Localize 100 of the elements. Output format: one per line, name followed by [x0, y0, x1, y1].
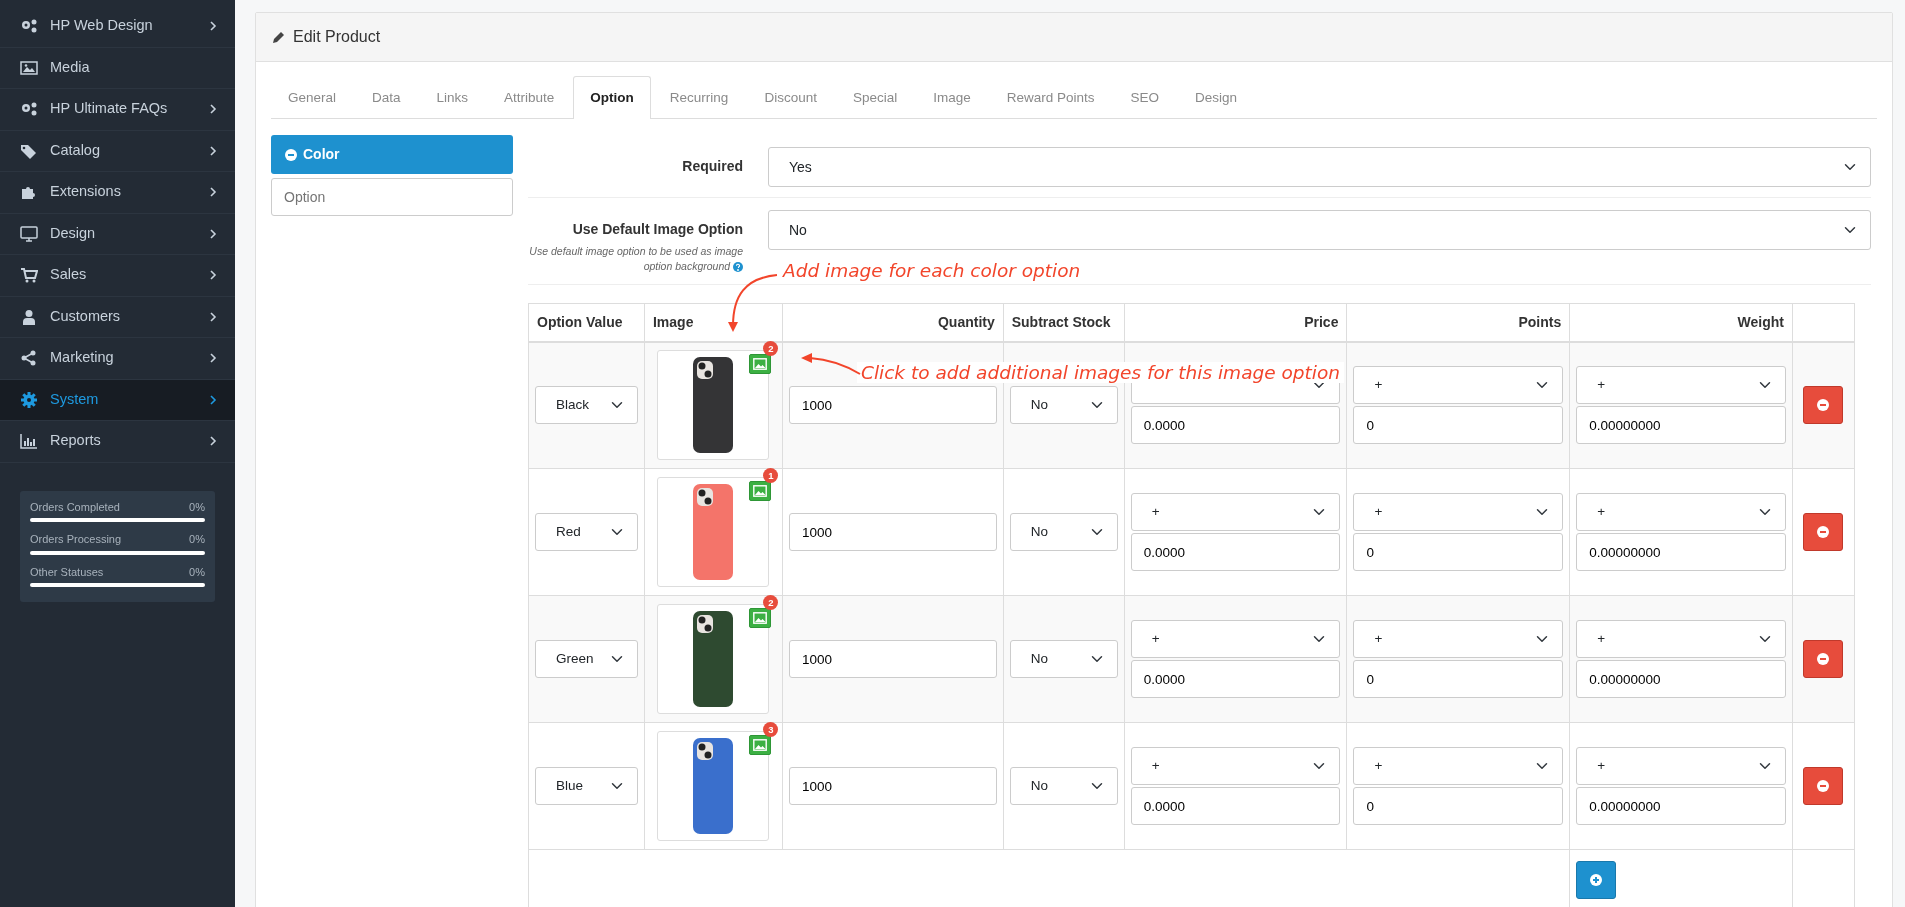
points-prefix-select[interactable]: + — [1353, 493, 1564, 532]
quantity-field[interactable]: 1000 — [788, 513, 997, 552]
remove-button[interactable] — [1803, 767, 1844, 806]
sidebar-item[interactable]: Marketing — [0, 338, 235, 380]
weight-field[interactable]: 0.00000000 — [1576, 406, 1786, 445]
minus-circle-icon — [1817, 399, 1830, 412]
stat-label: Other Statuses — [30, 564, 104, 580]
image-icon — [753, 358, 768, 371]
add-images-button[interactable] — [749, 481, 772, 502]
image-icon — [753, 485, 768, 498]
add-images-button[interactable] — [749, 354, 772, 375]
callout-tooltip: Click to add additional images for this image option — [857, 362, 1344, 384]
weight-field[interactable]: 0.00000000 — [1576, 787, 1786, 826]
quantity-field[interactable]: 1000 — [788, 767, 997, 806]
sidebar-item[interactable]: Reports — [0, 421, 235, 463]
price-field[interactable]: 0.0000 — [1130, 533, 1341, 572]
image-thumbnail[interactable] — [657, 477, 770, 588]
sidebar-item[interactable]: Media — [0, 47, 235, 89]
stat-value: 0% — [189, 564, 205, 580]
pencil-icon — [272, 30, 285, 44]
option-value-select[interactable]: Red — [535, 513, 638, 552]
tab[interactable]: Attribute — [487, 76, 572, 120]
points-field[interactable]: 0 — [1353, 787, 1564, 826]
quantity-field[interactable]: 1000 — [788, 386, 997, 425]
help-icon — [733, 262, 743, 273]
sidebar-item[interactable]: Design — [0, 213, 235, 255]
sidebar-item[interactable]: System — [0, 379, 235, 421]
tab[interactable]: SEO — [1113, 76, 1177, 120]
cart-icon — [20, 267, 38, 284]
tab[interactable]: Data — [355, 76, 418, 120]
column-header: Weight — [1569, 303, 1793, 342]
tab[interactable]: Design — [1178, 76, 1255, 120]
stat-value: 0% — [189, 532, 205, 547]
field-label: Use Default Image Option — [572, 221, 743, 238]
column-header: Subtract Stock — [1003, 303, 1125, 342]
remove-button[interactable] — [1803, 386, 1844, 425]
tags-icon — [20, 142, 38, 159]
price-prefix-select[interactable]: + — [1130, 747, 1341, 786]
weight-prefix-select[interactable]: + — [1576, 620, 1786, 659]
stat-label: Orders Completed — [30, 499, 120, 515]
points-field[interactable]: 0 — [1353, 533, 1564, 572]
annotation-arrow — [801, 353, 861, 375]
price-field[interactable]: 0.0000 — [1130, 660, 1341, 699]
weight-prefix-select[interactable]: + — [1576, 493, 1786, 532]
price-field[interactable]: 0.0000 — [1130, 787, 1341, 826]
points-field[interactable]: 0 — [1353, 660, 1564, 699]
user-icon — [20, 308, 38, 325]
remove-button[interactable] — [1803, 640, 1844, 679]
tab[interactable]: Links — [419, 76, 486, 120]
tab[interactable]: Reward Points — [989, 76, 1112, 120]
option-item[interactable]: Color — [271, 135, 513, 175]
subtract-stock-select[interactable]: No — [1009, 640, 1118, 679]
sidebar-item[interactable]: HP Web Design — [0, 6, 235, 48]
weight-prefix-select[interactable]: + — [1576, 747, 1786, 786]
quantity-field[interactable]: 1000 — [788, 640, 997, 679]
weight-field[interactable]: 0.00000000 — [1576, 533, 1786, 572]
column-header: Quantity — [782, 303, 1004, 342]
image-thumbnail[interactable] — [657, 604, 770, 715]
minus-circle-icon — [1817, 653, 1830, 666]
add-row-button[interactable] — [1576, 860, 1617, 899]
points-prefix-select[interactable]: + — [1353, 366, 1564, 405]
price-field[interactable]: 0.0000 — [1130, 406, 1341, 445]
sidebar-item[interactable]: Customers — [0, 296, 235, 338]
add-images-button[interactable] — [749, 735, 772, 756]
points-prefix-select[interactable]: + — [1353, 747, 1564, 786]
minus-circle-icon — [1817, 780, 1830, 793]
subtract-stock-select[interactable]: No — [1009, 767, 1118, 806]
remove-button[interactable] — [1803, 513, 1844, 552]
image-icon — [753, 739, 768, 752]
option-value-select[interactable]: Black — [535, 386, 638, 425]
points-prefix-select[interactable]: + — [1353, 620, 1564, 659]
tab[interactable]: Discount — [747, 76, 834, 120]
subtract-stock-select[interactable]: No — [1009, 386, 1118, 425]
field-label: Required — [682, 158, 743, 175]
sidebar-item[interactable]: HP Ultimate FAQs — [0, 89, 235, 131]
image-thumbnail[interactable] — [657, 731, 770, 842]
price-prefix-select[interactable]: + — [1130, 620, 1341, 659]
subtract-stock-select[interactable]: No — [1009, 513, 1118, 552]
weight-field[interactable]: 0.00000000 — [1576, 660, 1786, 699]
tab[interactable]: Recurring — [652, 76, 746, 120]
column-header: Option Value — [528, 303, 645, 342]
tab[interactable]: Image — [916, 76, 988, 120]
sidebar-item[interactable]: Catalog — [0, 130, 235, 172]
points-field[interactable]: 0 — [1353, 406, 1564, 445]
option-search-field[interactable]: Option — [271, 178, 513, 217]
sidebar-item[interactable]: Extensions — [0, 172, 235, 214]
tab[interactable]: Option — [573, 76, 651, 120]
select-field[interactable]: Yes — [768, 147, 1871, 188]
price-prefix-select[interactable]: + — [1130, 493, 1341, 532]
weight-prefix-select[interactable]: + — [1576, 366, 1786, 405]
option-value-select[interactable]: Blue — [535, 767, 638, 806]
add-images-button[interactable] — [749, 608, 772, 629]
select-field[interactable]: No — [768, 210, 1871, 251]
help-text: Use default image option to be used as image option background — [528, 244, 743, 274]
annotation-arrow — [728, 274, 778, 332]
sidebar-item[interactable]: Sales — [0, 255, 235, 297]
option-value-select[interactable]: Green — [535, 640, 638, 679]
monitor-icon — [20, 225, 38, 242]
image-thumbnail[interactable] — [657, 350, 770, 461]
tab[interactable]: Special — [835, 76, 915, 120]
